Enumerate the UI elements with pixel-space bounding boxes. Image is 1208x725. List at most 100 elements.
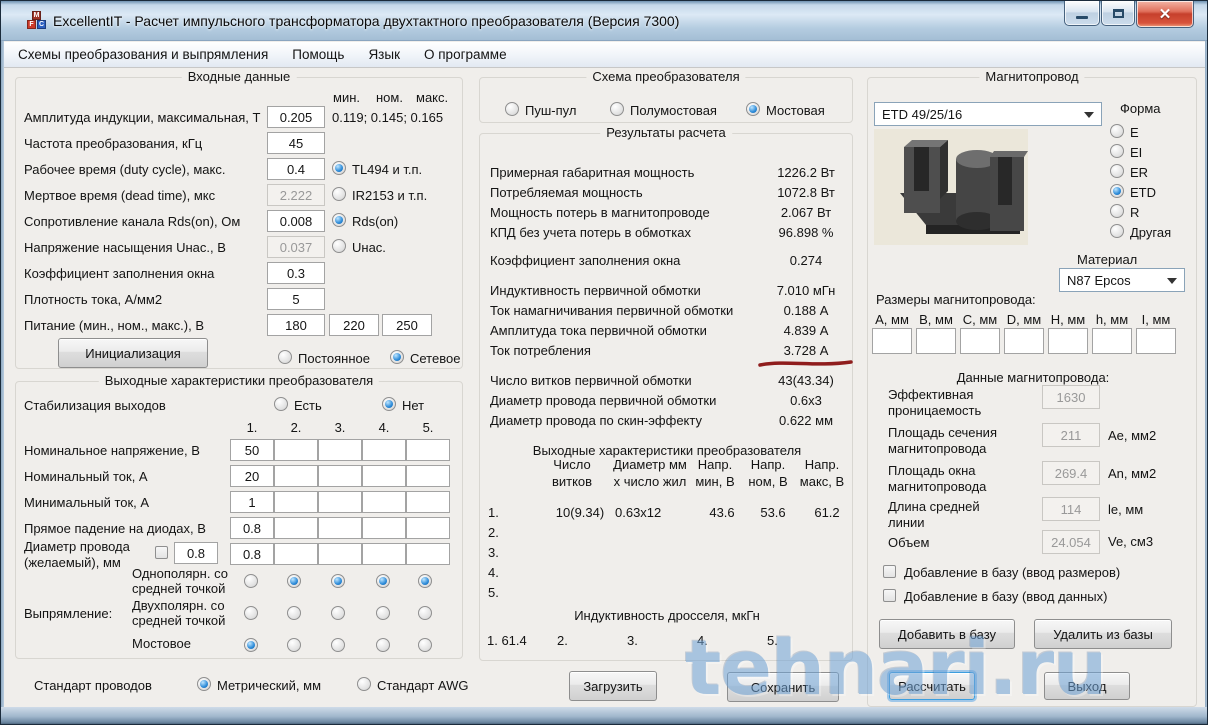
menu-item-schemes[interactable]: Схемы преобразования и выпрямления bbox=[8, 44, 278, 65]
wire-diameter-checkbox[interactable] bbox=[155, 546, 168, 559]
rect-r3c3-radio[interactable] bbox=[331, 638, 345, 652]
rect-r2c3-radio[interactable] bbox=[331, 606, 345, 620]
nominal-current-3[interactable] bbox=[318, 465, 362, 487]
rds-radio[interactable] bbox=[332, 213, 346, 227]
ir2153-radio[interactable] bbox=[332, 187, 346, 201]
shape-e-radio[interactable] bbox=[1110, 124, 1124, 138]
nominal-voltage-4[interactable] bbox=[362, 439, 406, 461]
nominal-current-5[interactable] bbox=[406, 465, 450, 487]
calculate-button[interactable]: Рассчитать bbox=[889, 672, 975, 700]
ac-supply-radio[interactable] bbox=[390, 350, 404, 364]
shape-ei-radio[interactable] bbox=[1110, 144, 1124, 158]
shape-other-radio[interactable] bbox=[1110, 224, 1124, 238]
induction-field[interactable]: 0.205 bbox=[267, 106, 325, 128]
diode-drop-5[interactable] bbox=[406, 517, 450, 539]
supply-max-field[interactable]: 250 bbox=[382, 314, 432, 336]
minimize-button[interactable] bbox=[1064, 1, 1100, 26]
load-button[interactable]: Загрузить bbox=[569, 671, 657, 701]
duty-cycle-field[interactable]: 0.4 bbox=[267, 158, 325, 180]
nominal-voltage-3[interactable] bbox=[318, 439, 362, 461]
diode-drop-1[interactable]: 0.8 bbox=[230, 517, 274, 539]
init-button[interactable]: Инициализация bbox=[58, 338, 208, 368]
menu-item-help[interactable]: Помощь bbox=[282, 44, 354, 65]
wire-diameter-1[interactable]: 0.8 bbox=[230, 543, 274, 565]
delete-from-db-button[interactable]: Удалить из базы bbox=[1034, 619, 1172, 649]
nominal-voltage-1[interactable]: 50 bbox=[230, 439, 274, 461]
wire-diameter-5[interactable] bbox=[406, 543, 450, 565]
size-d-field[interactable] bbox=[1004, 328, 1044, 354]
current-density-field[interactable]: 5 bbox=[267, 288, 325, 310]
minimal-current-3[interactable] bbox=[318, 491, 362, 513]
rds-field[interactable]: 0.008 bbox=[267, 210, 325, 232]
wire-diameter-3[interactable] bbox=[318, 543, 362, 565]
nominal-voltage-5[interactable] bbox=[406, 439, 450, 461]
wire-diameter-opt-field[interactable]: 0.8 bbox=[174, 542, 218, 564]
size-h2-field[interactable] bbox=[1092, 328, 1132, 354]
minimal-current-1[interactable]: 1 bbox=[230, 491, 274, 513]
fill-factor-field[interactable]: 0.3 bbox=[267, 262, 325, 284]
nominal-voltage-2[interactable] bbox=[274, 439, 318, 461]
awg-radio[interactable] bbox=[357, 677, 371, 691]
rect-r2c2-radio[interactable] bbox=[287, 606, 301, 620]
shape-r-radio[interactable] bbox=[1110, 204, 1124, 218]
nominal-current-1[interactable]: 20 bbox=[230, 465, 274, 487]
rect-r1c2-radio[interactable] bbox=[287, 574, 301, 588]
rect-r3c5-radio[interactable] bbox=[418, 638, 432, 652]
stabilization-no-radio[interactable] bbox=[382, 397, 396, 411]
wire-diameter-4[interactable] bbox=[362, 543, 406, 565]
minimal-current-5[interactable] bbox=[406, 491, 450, 513]
rect-r3c2-radio[interactable] bbox=[287, 638, 301, 652]
shape-er-radio[interactable] bbox=[1110, 164, 1124, 178]
frequency-field[interactable]: 45 bbox=[267, 132, 325, 154]
rect-r3c4-radio[interactable] bbox=[376, 638, 390, 652]
rect-r1c3-radio[interactable] bbox=[331, 574, 345, 588]
exit-button[interactable]: Выход bbox=[1044, 672, 1130, 700]
dc-supply-radio[interactable] bbox=[278, 350, 292, 364]
material-select[interactable]: N87 Epcos bbox=[1059, 268, 1185, 292]
save-button[interactable]: Сохранить bbox=[727, 672, 839, 702]
wire-diameter-2[interactable] bbox=[274, 543, 318, 565]
size-b-field[interactable] bbox=[916, 328, 956, 354]
minimal-current-4[interactable] bbox=[362, 491, 406, 513]
out-table-rownum: 5. bbox=[488, 585, 499, 600]
add-sizes-checkbox[interactable] bbox=[883, 565, 896, 578]
tl494-radio[interactable] bbox=[332, 161, 346, 175]
rect-r2c1-radio[interactable] bbox=[244, 606, 258, 620]
menu-item-about[interactable]: О программе bbox=[414, 44, 517, 65]
maximize-button[interactable] bbox=[1101, 1, 1135, 26]
rect-r2c5-radio[interactable] bbox=[418, 606, 432, 620]
rect-r3c1-radio[interactable] bbox=[244, 638, 258, 652]
rect-r1c5-radio[interactable] bbox=[418, 574, 432, 588]
add-data-checkbox[interactable] bbox=[883, 589, 896, 602]
close-button[interactable]: ✕ bbox=[1136, 1, 1194, 28]
nominal-current-2[interactable] bbox=[274, 465, 318, 487]
nominal-current-4[interactable] bbox=[362, 465, 406, 487]
rect-r1c4-radio[interactable] bbox=[376, 574, 390, 588]
diode-drop-2[interactable] bbox=[274, 517, 318, 539]
minimal-current-2[interactable] bbox=[274, 491, 318, 513]
core-type-select[interactable]: ETD 49/25/16 bbox=[874, 102, 1102, 126]
rect-r1c1-radio[interactable] bbox=[244, 574, 258, 588]
add-to-db-button[interactable]: Добавить в базу bbox=[879, 619, 1015, 649]
supply-nom-field[interactable]: 220 bbox=[329, 314, 379, 336]
diode-drop-3[interactable] bbox=[318, 517, 362, 539]
stabilization-yes-radio[interactable] bbox=[274, 397, 288, 411]
metric-radio[interactable] bbox=[197, 677, 211, 691]
supply-min-field[interactable]: 180 bbox=[267, 314, 325, 336]
bridge-radio[interactable] bbox=[746, 102, 760, 116]
size-a-field[interactable] bbox=[872, 328, 912, 354]
shape-etd-radio[interactable] bbox=[1110, 184, 1124, 198]
saturation-field: 0.037 bbox=[267, 236, 325, 258]
size-i-field[interactable] bbox=[1136, 328, 1176, 354]
push-pull-radio[interactable] bbox=[505, 102, 519, 116]
half-bridge-radio[interactable] bbox=[610, 102, 624, 116]
header-line: мин, В bbox=[685, 473, 745, 490]
diode-drop-4[interactable] bbox=[362, 517, 406, 539]
size-h-field[interactable] bbox=[1048, 328, 1088, 354]
size-c-field[interactable] bbox=[960, 328, 1000, 354]
rect-r2c4-radio[interactable] bbox=[376, 606, 390, 620]
stabilization-no-label: Нет bbox=[402, 398, 424, 413]
permeability-label-2: проницаемость bbox=[888, 403, 981, 418]
unas-radio[interactable] bbox=[332, 239, 346, 253]
menu-item-language[interactable]: Язык bbox=[358, 44, 410, 65]
